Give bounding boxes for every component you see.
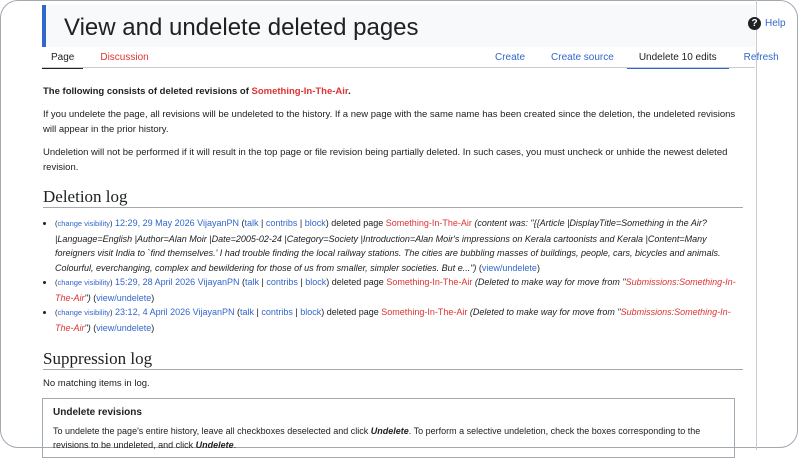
timestamp-link[interactable]: 23:12, 4 April 2026	[115, 307, 190, 317]
tabs-divider	[42, 67, 755, 68]
intro-page-link[interactable]: Something-In-The-Air	[252, 86, 349, 97]
log-action: deleted page	[331, 218, 384, 228]
help-label: Help	[765, 18, 786, 29]
contribs-link[interactable]: contribs	[261, 307, 293, 317]
deletion-reason-suffix: ")	[84, 322, 91, 333]
tab-discussion[interactable]: Discussion	[91, 51, 157, 67]
deletion-log-entry: (change visibility) 23:12, 4 April 2026 …	[55, 305, 743, 335]
intro-paragraph-1: If you undelete the page, all revisions …	[43, 109, 736, 135]
deletion-reason-prefix: (Deleted to make way for move from "	[469, 307, 621, 317]
deletion-log-entry: (change visibility) 12:29, 29 May 2026 V…	[55, 216, 743, 275]
undelete-text-c: .	[233, 440, 237, 450]
talk-link[interactable]: talk	[240, 307, 254, 317]
undelete-fieldset: Undelete revisions To undelete the page'…	[42, 398, 735, 458]
main-content: The following consists of deleted revisi…	[43, 84, 743, 391]
suppression-log-heading: Suppression log	[43, 350, 743, 370]
timestamp-link[interactable]: 12:29, 29 May 2026	[115, 218, 195, 228]
user-link[interactable]: VijayanPN	[193, 307, 235, 317]
undelete-word-2: Undelete	[195, 440, 234, 450]
user-link[interactable]: VijayanPN	[197, 218, 239, 228]
deletion-reason-prefix: (Deleted to make way for move from "	[474, 277, 626, 287]
intro-bold-prefix: The following consists of deleted revisi…	[43, 86, 252, 97]
timestamp-link[interactable]: 15:29, 28 April 2026	[115, 277, 195, 287]
deletion-reason-suffix: ")	[84, 292, 91, 303]
log-action: deleted page	[326, 307, 379, 317]
suppression-log-empty: No matching items in log.	[43, 378, 150, 389]
change-visibility-link[interactable]: change visibility	[58, 278, 111, 287]
page-title: View and undelete deleted pages	[64, 14, 419, 41]
log-action: deleted page	[331, 277, 384, 287]
block-link[interactable]: block	[305, 277, 326, 287]
contribs-link[interactable]: contribs	[266, 218, 298, 228]
deletion-log-heading: Deletion log	[43, 188, 743, 208]
view-undelete-link[interactable]: view/undelete	[96, 323, 151, 333]
deletion-log-entry: (change visibility) 15:29, 28 April 2026…	[55, 275, 743, 305]
tab-refresh[interactable]: Refresh	[735, 51, 788, 67]
undelete-word: Undelete	[370, 426, 409, 436]
deletion-log-list: (change visibility) 12:29, 29 May 2026 V…	[43, 216, 743, 335]
block-link[interactable]: block	[300, 307, 321, 317]
undelete-instructions: To undelete the page's entire history, l…	[53, 424, 724, 452]
change-visibility-link[interactable]: change visibility	[58, 219, 111, 228]
deleted-page-link[interactable]: Something-In-The-Air	[386, 277, 472, 287]
talk-link[interactable]: talk	[245, 277, 259, 287]
block-link[interactable]: block	[305, 218, 326, 228]
tab-create[interactable]: Create	[486, 51, 534, 67]
view-undelete-link[interactable]: view/undelete	[96, 293, 151, 303]
help-icon: ?	[748, 17, 761, 30]
change-visibility-link[interactable]: change visibility	[58, 308, 111, 317]
deleted-page-link[interactable]: Something-In-The-Air	[386, 218, 472, 228]
user-link[interactable]: VijayanPN	[198, 277, 240, 287]
undelete-text-a: To undelete the page's entire history, l…	[53, 426, 371, 436]
deleted-page-link[interactable]: Something-In-The-Air	[381, 307, 467, 317]
tab-create-source[interactable]: Create source	[542, 51, 623, 67]
help-link[interactable]: ? Help	[748, 17, 786, 30]
intro-paragraph-2: Undeletion will not be performed if it w…	[43, 147, 728, 173]
contribs-link[interactable]: contribs	[266, 277, 298, 287]
page-header: View and undelete deleted pages ? Help	[42, 5, 786, 47]
undelete-heading: Undelete revisions	[53, 407, 142, 418]
intro-line: The following consists of deleted revisi…	[43, 84, 743, 99]
view-undelete-link[interactable]: view/undelete	[482, 263, 537, 273]
intro-bold-suffix: .	[348, 86, 351, 97]
talk-link[interactable]: talk	[244, 218, 258, 228]
